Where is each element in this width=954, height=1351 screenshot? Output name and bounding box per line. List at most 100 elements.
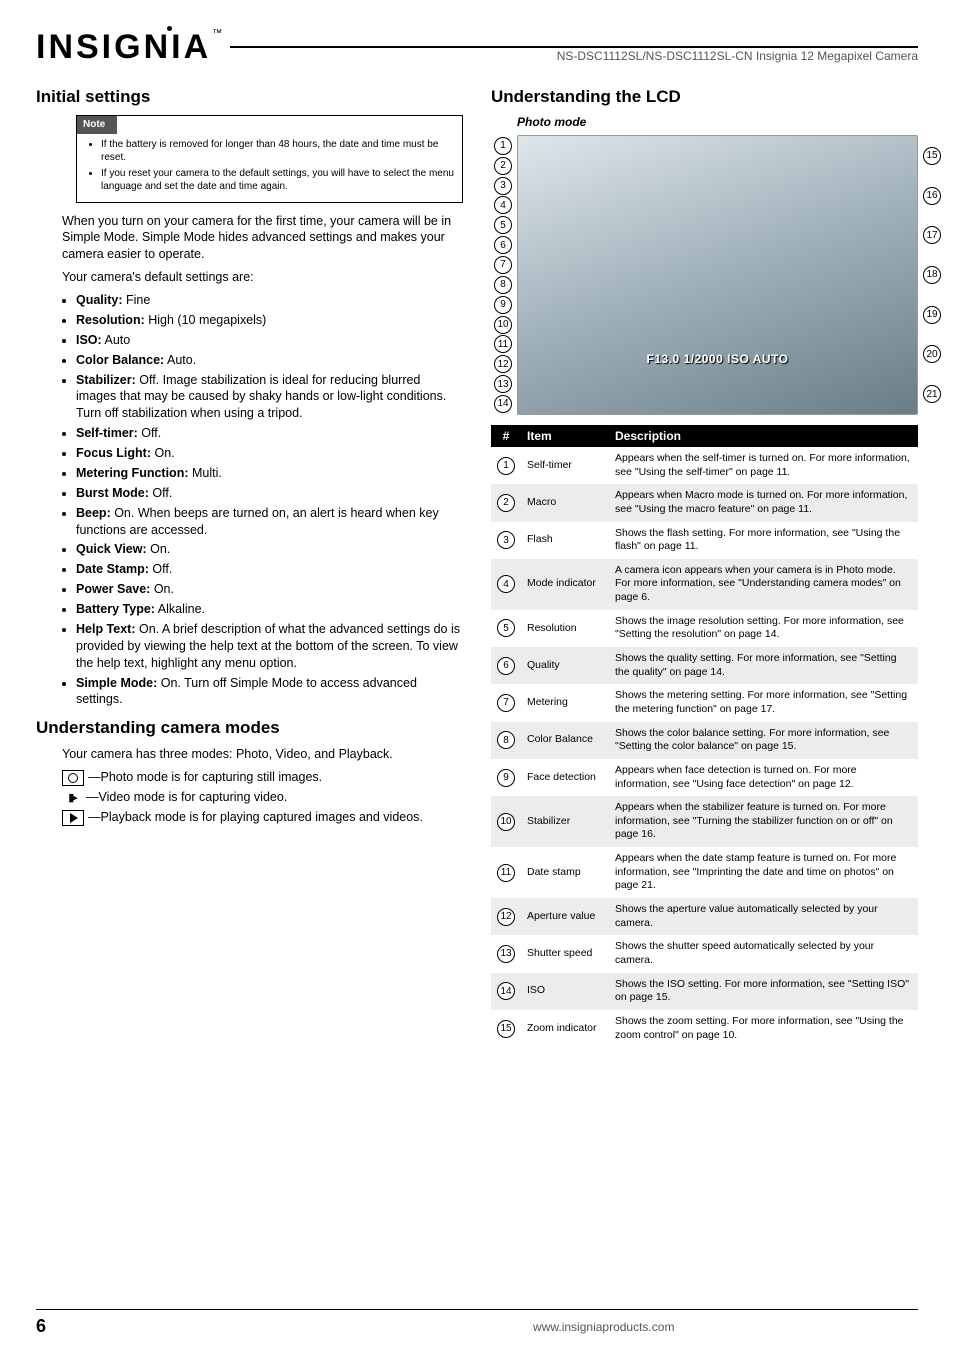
- row-num: 12: [491, 898, 521, 935]
- setting-item: Help Text: On. A brief description of wh…: [76, 621, 463, 672]
- table-row: 12Aperture valueShows the aperture value…: [491, 898, 918, 935]
- note-box: Note If the battery is removed for longe…: [76, 115, 463, 203]
- row-num: 2: [491, 484, 521, 521]
- note-item: If the battery is removed for longer tha…: [101, 138, 454, 165]
- row-desc: Appears when the stabilizer feature is t…: [609, 796, 918, 847]
- row-num: 10: [491, 796, 521, 847]
- row-num-circle: 15: [497, 1020, 515, 1038]
- row-num-circle: 3: [497, 531, 515, 549]
- brand-logo: INSIGNIA™: [36, 28, 222, 67]
- row-num-circle: 12: [497, 908, 515, 926]
- callout-num: 13: [494, 375, 512, 393]
- setting-item: Color Balance: Auto.: [76, 352, 463, 369]
- callout-num: 2: [494, 157, 512, 175]
- row-num-circle: 13: [497, 945, 515, 963]
- row-num-circle: 4: [497, 575, 515, 593]
- row-num-circle: 9: [497, 769, 515, 787]
- callout-num: 11: [494, 335, 512, 353]
- row-item: Zoom indicator: [521, 1010, 609, 1047]
- row-item: Date stamp: [521, 847, 609, 898]
- row-desc: Shows the flash setting. For more inform…: [609, 522, 918, 559]
- table-row: 3 FlashShows the flash setting. For more …: [491, 522, 918, 559]
- row-item: Flash: [521, 522, 609, 559]
- callout-num: 15: [923, 147, 941, 165]
- th-item: Item: [521, 425, 609, 447]
- table-row: 5ResolutionShows the image resolution se…: [491, 610, 918, 647]
- lcd-heading: Understanding the LCD: [491, 87, 918, 107]
- brand-trademark: ™: [212, 28, 222, 39]
- row-num: 15: [491, 1010, 521, 1047]
- callout-num: 1: [494, 137, 512, 155]
- footer: 6 www.insigniaproducts.com: [36, 1309, 918, 1337]
- note-label: Note: [77, 116, 117, 134]
- row-num-circle: 10: [497, 813, 515, 831]
- callout-num: 14: [494, 395, 512, 413]
- table-row: 7 MeteringShows the metering setting. For…: [491, 684, 918, 721]
- callout-num: 5: [494, 216, 512, 234]
- row-num-circle: 5: [497, 619, 515, 637]
- camera-modes-heading: Understanding camera modes: [36, 718, 463, 738]
- play-icon: [62, 810, 84, 826]
- row-num: 3: [491, 522, 521, 559]
- callout-num: 19: [923, 306, 941, 324]
- callout-num: 10: [494, 316, 512, 334]
- row-desc: Shows the metering setting. For more inf…: [609, 684, 918, 721]
- footer-url: www.insigniaproducts.com: [533, 1320, 674, 1334]
- row-item: Aperture value: [521, 898, 609, 935]
- setting-item: Resolution: High (10 megapixels): [76, 312, 463, 329]
- mode-playback-row: —Playback mode is for playing captured i…: [62, 809, 463, 826]
- diagram-left-callouts: 1 2 3 4 5 6 7 8 9 10 11 12 13 14: [494, 136, 512, 414]
- row-num: 1: [491, 447, 521, 484]
- setting-item: Focus Light: On.: [76, 445, 463, 462]
- row-item: Metering: [521, 684, 609, 721]
- row-desc: A camera icon appears when your camera i…: [609, 559, 918, 610]
- brand-line: [230, 46, 918, 48]
- th-desc: Description: [609, 425, 918, 447]
- callout-num: 20: [923, 345, 941, 363]
- page-number: 6: [36, 1316, 46, 1337]
- row-desc: Shows the ISO setting. For more informat…: [609, 973, 918, 1010]
- row-item: Self-timer: [521, 447, 609, 484]
- row-num-circle: 6: [497, 657, 515, 675]
- callout-num: 18: [923, 266, 941, 284]
- table-row: 9 Face detectionAppears when face detecti…: [491, 759, 918, 796]
- row-desc: Appears when the date stamp feature is t…: [609, 847, 918, 898]
- lcd-table: # Item Description 1Self-timerAppears wh…: [491, 425, 918, 1047]
- callout-num: 12: [494, 355, 512, 373]
- table-row: 13Shutter speedShows the shutter speed a…: [491, 935, 918, 972]
- setting-item: Burst Mode: Off.: [76, 485, 463, 502]
- row-num-circle: 11: [497, 864, 515, 882]
- row-num-circle: 1: [497, 457, 515, 475]
- video-icon: [62, 790, 82, 806]
- photo-mode-subhead: Photo mode: [517, 115, 918, 129]
- setting-item: Metering Function: Multi.: [76, 465, 463, 482]
- row-item: ISO: [521, 973, 609, 1010]
- row-num-circle: 14: [497, 982, 515, 1000]
- intro-text: When you turn on your camera for the fir…: [62, 213, 463, 264]
- settings-list: Quality: Fine Resolution: High (10 megap…: [76, 292, 463, 708]
- row-num: 11: [491, 847, 521, 898]
- row-desc: Appears when face detection is turned on…: [609, 759, 918, 796]
- mode-photo-text: —Photo mode is for capturing still image…: [88, 769, 322, 786]
- row-num-circle: 7: [497, 694, 515, 712]
- row-num: 9: [491, 759, 521, 796]
- table-row: 8Color BalanceShows the color balance se…: [491, 722, 918, 759]
- right-column: Understanding the LCD Photo mode 1 2 3 4…: [491, 87, 918, 1047]
- row-desc: Shows the color balance setting. For mor…: [609, 722, 918, 759]
- row-num: 8: [491, 722, 521, 759]
- initial-settings-heading: Initial settings: [36, 87, 463, 107]
- row-item: Face detection: [521, 759, 609, 796]
- diagram-right-callouts: 15 16 17 18 19 20 21: [923, 136, 941, 414]
- callout-num: 9: [494, 296, 512, 314]
- note-item: If you reset your camera to the default …: [101, 167, 454, 194]
- callout-num: 8: [494, 276, 512, 294]
- row-desc: Shows the image resolution setting. For …: [609, 610, 918, 647]
- setting-item: ISO: Auto: [76, 332, 463, 349]
- row-desc: Appears when the self-timer is turned on…: [609, 447, 918, 484]
- row-num: 13: [491, 935, 521, 972]
- row-desc: Shows the shutter speed automatically se…: [609, 935, 918, 972]
- mode-video-text: —Video mode is for capturing video.: [86, 789, 287, 806]
- setting-item: Quick View: On.: [76, 541, 463, 558]
- table-row: 11 Date stampAppears when the date stamp …: [491, 847, 918, 898]
- row-num: 7: [491, 684, 521, 721]
